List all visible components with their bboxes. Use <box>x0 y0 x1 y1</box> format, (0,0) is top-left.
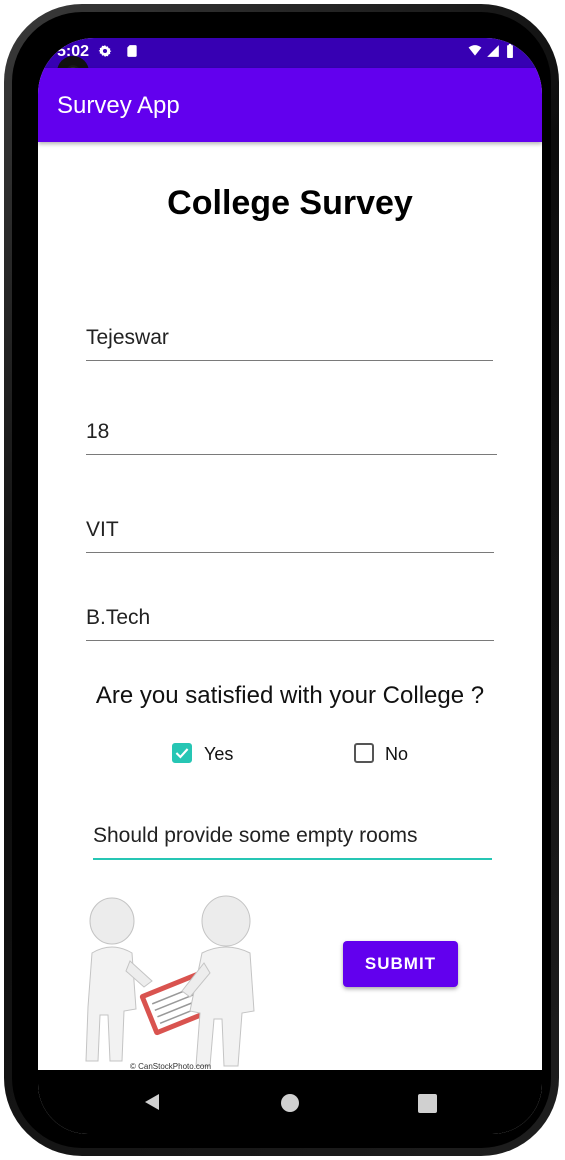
recents-icon[interactable] <box>418 1094 437 1113</box>
feedback-value: Should provide some empty rooms <box>93 824 418 847</box>
age-field[interactable]: 18 <box>86 418 497 455</box>
survey-illustration <box>85 895 255 1067</box>
app-bar: Survey App <box>38 68 542 142</box>
name-value: Tejeswar <box>86 326 169 349</box>
home-icon[interactable] <box>281 1094 299 1112</box>
wifi-icon <box>468 45 482 56</box>
college-value: VIT <box>86 518 119 541</box>
degree-field[interactable]: B.Tech <box>86 604 494 641</box>
status-bar: 5:02 <box>38 38 542 68</box>
sd-card-icon <box>127 45 137 57</box>
feedback-field[interactable]: Should provide some empty rooms <box>93 818 492 860</box>
settings-icon <box>98 45 112 57</box>
age-value: 18 <box>86 420 110 443</box>
signal-icon <box>487 45 499 57</box>
submit-button[interactable]: SUBMIT <box>343 941 458 987</box>
back-icon[interactable] <box>143 1092 161 1112</box>
name-field[interactable]: Tejeswar <box>86 324 493 361</box>
app-title: Survey App <box>57 92 180 119</box>
yes-checkbox[interactable] <box>172 743 192 763</box>
yes-label: Yes <box>204 744 234 764</box>
page-title: College Survey <box>167 184 413 222</box>
degree-value: B.Tech <box>86 606 151 629</box>
no-label: No <box>385 744 409 764</box>
check-icon <box>175 748 189 759</box>
no-checkbox[interactable] <box>354 743 374 763</box>
college-field[interactable]: VIT <box>86 516 494 553</box>
satisfaction-question: Are you satisfied with your College ? <box>95 682 485 709</box>
screen: 5:02 Survey App College Survey Tejeswar … <box>38 38 542 1134</box>
battery-icon <box>507 44 513 58</box>
navigation-bar <box>38 1070 542 1134</box>
